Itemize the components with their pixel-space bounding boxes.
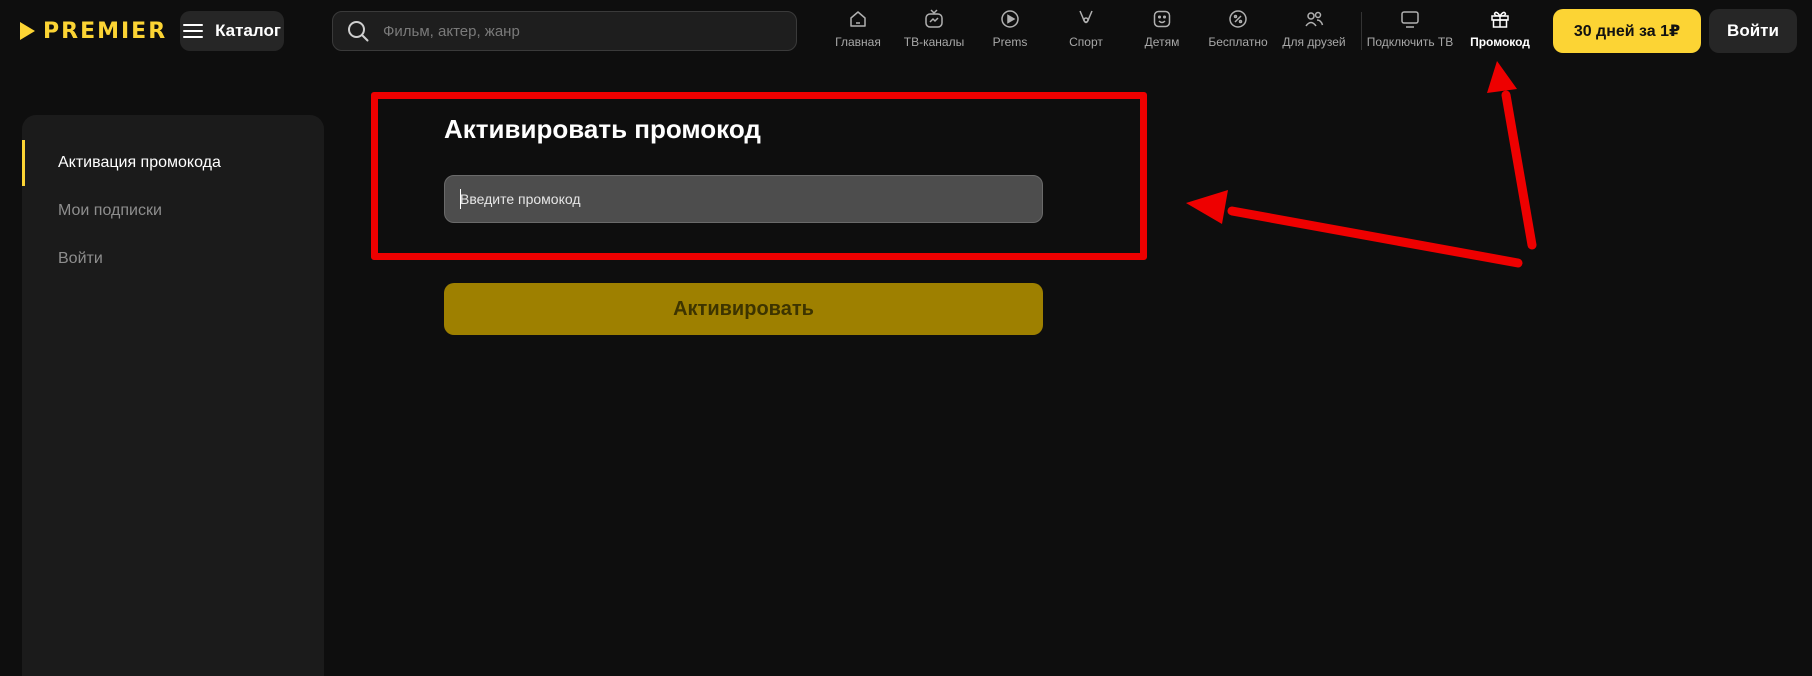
nav-label: Для друзей	[1282, 35, 1346, 49]
nav-label: Промокод	[1470, 35, 1530, 49]
sidebar-item-label: Войти	[58, 250, 103, 267]
nav-label: Подключить ТВ	[1366, 35, 1454, 49]
percent-icon	[1229, 10, 1247, 28]
play-circle-icon	[1001, 10, 1019, 28]
nav-label: Детям	[1144, 35, 1180, 49]
nav-label: ТВ-каналы	[903, 35, 965, 49]
nav-item-kids[interactable]: Детям	[1124, 8, 1200, 56]
search-icon	[348, 21, 369, 42]
catalog-label: Каталог	[215, 21, 281, 40]
sport-icon	[1079, 10, 1093, 24]
nav-label: Спорт	[1069, 35, 1103, 49]
nav-item-tv-channels[interactable]: ТВ-каналы	[896, 8, 972, 56]
nav-item-friends[interactable]: Для друзей	[1276, 8, 1352, 56]
nav-item-free[interactable]: Бесплатно	[1200, 8, 1276, 56]
gift-icon	[1491, 11, 1509, 28]
header-login-button[interactable]: Войти	[1709, 9, 1797, 53]
nav-divider	[1361, 12, 1362, 50]
nav-item-connect-tv[interactable]: Подключить ТВ	[1365, 8, 1455, 56]
annotation-highlight-box	[371, 92, 1147, 260]
menu-icon	[183, 24, 204, 38]
sidebar-item-login[interactable]: Войти	[22, 236, 324, 282]
sidebar-item-label: Мои подписки	[58, 202, 162, 219]
catalog-button[interactable]: Каталог	[180, 11, 284, 51]
home-icon	[850, 11, 866, 27]
tv-icon	[1401, 11, 1419, 28]
main-nav: Главная ТВ-каналы Prems Спорт Детям Бесп…	[820, 8, 1352, 56]
search-input[interactable]	[383, 22, 783, 40]
annotation-arrow-to-promocode	[1487, 61, 1537, 250]
search-bar[interactable]	[332, 11, 797, 51]
nav-item-sport[interactable]: Спорт	[1048, 8, 1124, 56]
sidebar-item-promo-activation[interactable]: Активация промокода	[22, 140, 324, 186]
play-logo-icon	[20, 22, 35, 40]
nav-label: Бесплатно	[1208, 35, 1268, 49]
nav-label: Prems	[992, 35, 1028, 49]
sidebar-item-subscriptions[interactable]: Мои подписки	[22, 188, 324, 234]
secondary-nav: Подключить ТВ Промокод	[1365, 8, 1545, 56]
sidebar-item-label: Активация промокода	[58, 154, 221, 171]
annotation-arrow-to-input	[1186, 190, 1523, 268]
nav-item-promocode[interactable]: Промокод	[1455, 8, 1545, 56]
nav-label: Главная	[835, 35, 881, 49]
premier-logo[interactable]: PREMIER	[20, 17, 167, 45]
logo-text: PREMIER	[43, 18, 168, 44]
nav-item-home[interactable]: Главная	[820, 8, 896, 56]
activate-button[interactable]: Активировать	[444, 283, 1043, 335]
kids-icon	[1153, 10, 1171, 28]
top-header: PREMIER Каталог Главная ТВ-каналы	[0, 0, 1812, 62]
tv-channels-icon	[925, 9, 943, 28]
trial-offer-button[interactable]: 30 дней за 1₽	[1553, 9, 1701, 53]
friends-icon	[1305, 11, 1324, 27]
nav-item-prems[interactable]: Prems	[972, 8, 1048, 56]
account-sidebar: Активация промокода Мои подписки Войти	[22, 115, 324, 676]
